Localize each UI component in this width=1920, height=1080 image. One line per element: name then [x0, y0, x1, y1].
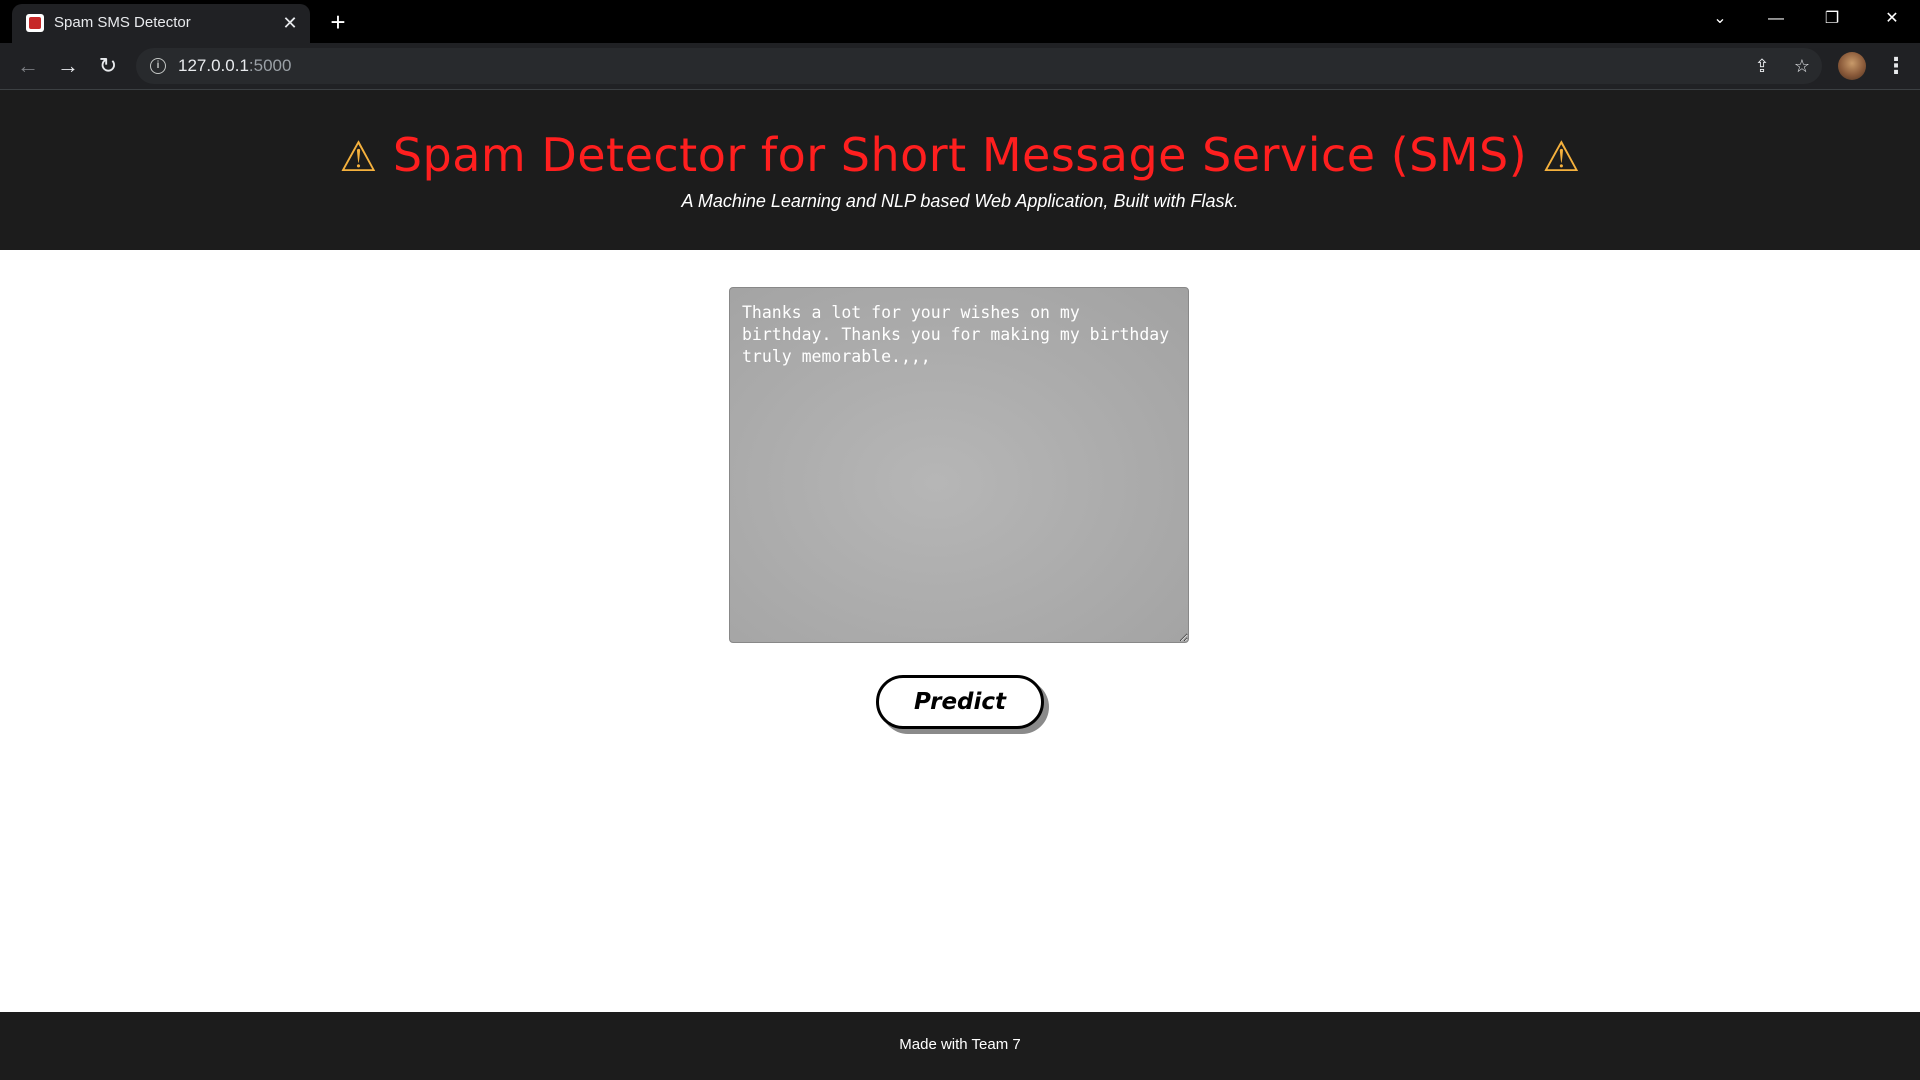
minimize-button[interactable]: — [1748, 0, 1804, 40]
warning-icon: ⚠ [339, 132, 378, 181]
favicon-icon [26, 14, 44, 32]
tab-title: Spam SMS Detector [54, 14, 191, 31]
predict-button[interactable]: Predict [876, 675, 1044, 729]
page-title-text: Spam Detector for Short Message Service … [392, 128, 1528, 182]
site-info-icon[interactable]: i [150, 58, 166, 74]
address-bar[interactable]: i 127.0.0.1:5000 ⇪ ☆ [136, 48, 1822, 84]
page-header: ⚠ Spam Detector for Short Message Servic… [0, 90, 1920, 250]
url-port: :5000 [248, 56, 292, 75]
bookmark-star-icon[interactable]: ☆ [1790, 54, 1814, 78]
tab-close-icon[interactable]: ✕ [278, 11, 302, 35]
browser-menu-icon[interactable]: ⋮ [1880, 50, 1912, 82]
profile-avatar[interactable] [1838, 52, 1866, 80]
browser-toolbar: ← → ↻ i 127.0.0.1:5000 ⇪ ☆ ⋮ [0, 43, 1920, 90]
restore-button[interactable]: ❐ [1804, 0, 1860, 40]
tab-search-icon[interactable]: ⌄ [1692, 0, 1748, 40]
new-tab-button[interactable]: + [322, 6, 354, 38]
page-footer: Made with Team 7 [0, 1012, 1920, 1080]
browser-titlebar: Spam SMS Detector ✕ + ⌄ — ❐ ✕ [0, 0, 1920, 43]
footer-text: Made with Team 7 [899, 1036, 1021, 1053]
page-content: ⚠ Spam Detector for Short Message Servic… [0, 90, 1920, 1080]
forward-button[interactable]: → [52, 50, 84, 82]
message-input[interactable]: Thanks a lot for your wishes on my birth… [729, 287, 1189, 643]
page-title: ⚠ Spam Detector for Short Message Servic… [0, 128, 1920, 182]
page-subtitle: A Machine Learning and NLP based Web App… [681, 191, 1239, 211]
url-host: 127.0.0.1 [178, 56, 249, 75]
share-icon[interactable]: ⇪ [1750, 54, 1774, 78]
reload-button[interactable]: ↻ [92, 50, 124, 82]
close-window-button[interactable]: ✕ [1864, 0, 1920, 40]
back-button[interactable]: ← [12, 50, 44, 82]
warning-icon: ⚠ [1542, 132, 1581, 181]
browser-tab[interactable]: Spam SMS Detector ✕ [12, 4, 310, 43]
url-text[interactable]: 127.0.0.1:5000 [178, 56, 291, 76]
